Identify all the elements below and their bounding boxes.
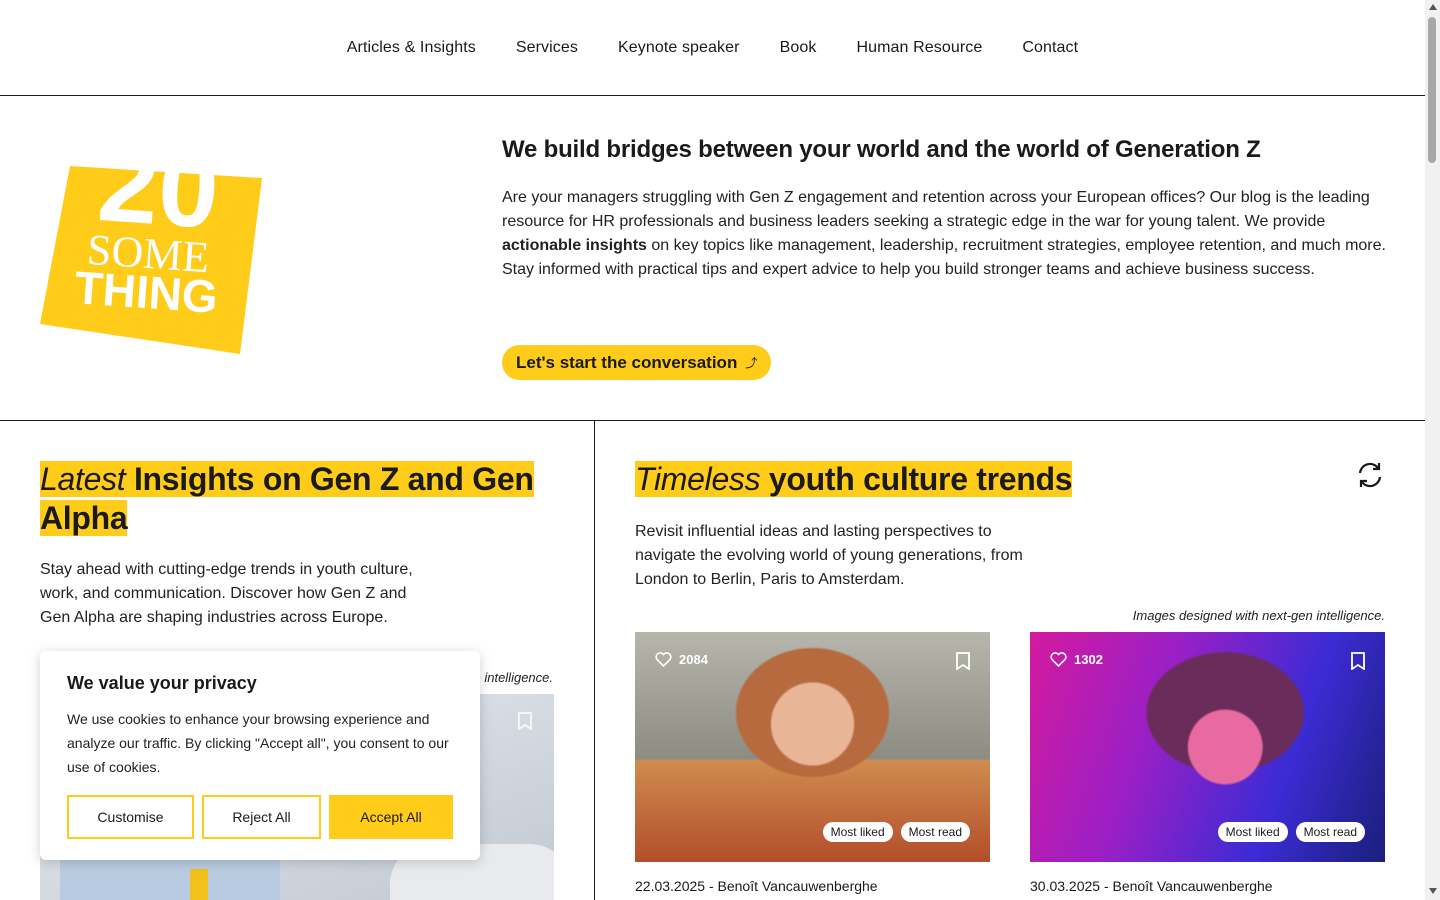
heart-icon [1050,652,1067,667]
article-image[interactable]: 2084 Most liked Most read [635,632,990,862]
article-meta: 30.03.2025 - Benoît Vancauwenberghe [1030,878,1273,894]
bookmark-icon[interactable] [956,652,970,670]
timeless-trends-subtitle: Revisit influential ideas and lasting pe… [635,523,1023,588]
cookie-title: We value your privacy [67,673,257,693]
like-counter[interactable]: 2084 [655,652,708,667]
cookie-text: We use cookies to enhance your browsing … [67,711,449,775]
most-read-tag[interactable]: Most read [1295,822,1365,842]
nav-articles-insights[interactable]: Articles & Insights [347,39,476,57]
customise-button[interactable]: Customise [67,795,194,839]
article-image[interactable]: 1302 Most liked Most read [1030,632,1385,862]
nav-book[interactable]: Book [780,39,817,57]
scroll-down-arrow-icon[interactable] [1429,888,1437,894]
most-liked-tag[interactable]: Most liked [1217,822,1288,842]
hero-text: Are your managers struggling with Gen Z … [502,189,1386,278]
bookmark-icon[interactable] [1351,652,1365,670]
bookmark-icon[interactable] [518,712,532,730]
start-conversation-button[interactable]: Let's start the conversation ⤴ [502,345,772,380]
nav-human-resource[interactable]: Human Resource [856,39,982,57]
heart-icon [655,652,672,667]
article-meta: 22.03.2025 - Benoît Vancauwenberghe [635,878,878,894]
latest-insights-title: Latest Insights on Gen Z and Gen Alpha [40,461,534,536]
nav-services[interactable]: Services [516,39,578,57]
arrow-up-right-icon: ⤴ [745,356,758,370]
hero-title: We build bridges between your world and … [502,136,1261,163]
image-caption: Images designed with next-gen intelligen… [1132,608,1385,623]
main-nav: Articles & Insights Services Keynote spe… [0,0,1425,96]
like-counter[interactable]: 1302 [1050,652,1103,667]
page-scrollbar[interactable] [1425,0,1440,900]
timeless-trends-section: Timeless youth culture trends Revisit in… [595,421,1425,900]
reject-all-button[interactable]: Reject All [202,795,321,839]
svg-text:THING: THING [73,261,219,323]
most-liked-tag[interactable]: Most liked [822,822,893,842]
accept-all-button[interactable]: Accept All [329,795,453,839]
article-card[interactable]: 2084 Most liked Most read 22.03.2025 - B… [635,632,990,894]
scroll-up-arrow-icon[interactable] [1429,4,1437,10]
latest-insights-subtitle: Stay ahead with cutting-edge trends in y… [40,561,413,626]
scrollbar-thumb[interactable] [1428,17,1436,163]
nav-keynote-speaker[interactable]: Keynote speaker [618,39,740,57]
timeless-trends-title: Timeless youth culture trends [635,461,1073,497]
twenty-something-logo[interactable]: 20 SOME THING [40,136,262,354]
most-read-tag[interactable]: Most read [900,822,970,842]
hero-section: 20 SOME THING We build bridges between y… [0,96,1425,421]
cookie-consent-banner: We value your privacy We use cookies to … [40,651,480,860]
nav-contact[interactable]: Contact [1022,39,1078,57]
article-card[interactable]: 1302 Most liked Most read 30.03.2025 - B… [1030,632,1385,894]
refresh-icon[interactable] [1355,460,1385,490]
